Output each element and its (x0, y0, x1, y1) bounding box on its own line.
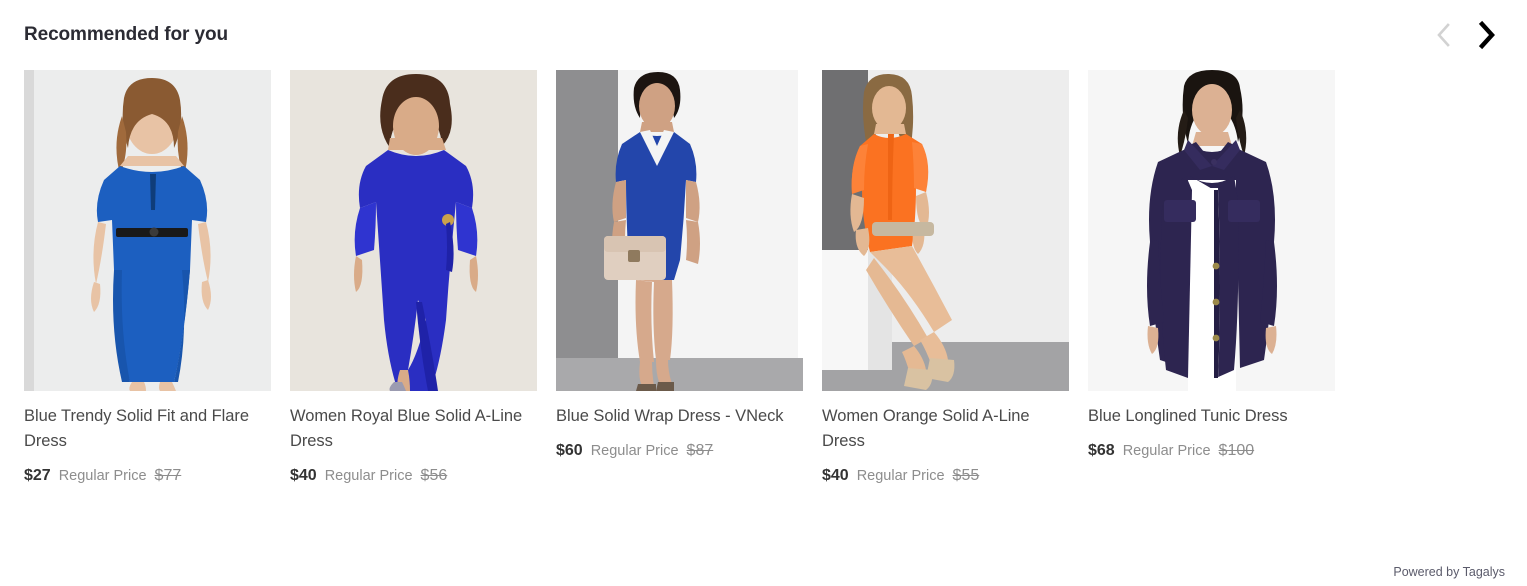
product-card[interactable]: Blue Longlined Tunic Dress $68 Regular P… (1088, 70, 1335, 460)
product-card[interactable]: Women Orange Solid A-Line Dress $40 Regu… (822, 70, 1069, 485)
price-row: $40 Regular Price $56 (290, 467, 537, 485)
product-carousel[interactable]: Blue Trendy Solid Fit and Flare Dress $2… (0, 70, 1527, 485)
special-price: $40 (290, 467, 317, 484)
regular-price-value: $56 (420, 467, 448, 484)
special-price: $40 (822, 467, 849, 484)
page-title: Recommended for you (24, 24, 228, 45)
regular-price-value: $100 (1218, 442, 1255, 459)
regular-price-value: $77 (154, 467, 182, 484)
recommendation-widget: Recommended for you Blue Trendy Solid Fi… (0, 0, 1527, 586)
product-card[interactable]: Women Royal Blue Solid A-Line Dress $40 … (290, 70, 537, 485)
regular-price-label: Regular Price (324, 468, 413, 484)
product-image[interactable] (556, 70, 803, 391)
product-image[interactable] (24, 70, 271, 391)
price-row: $68 Regular Price $100 (1088, 442, 1335, 460)
regular-price-label: Regular Price (856, 468, 945, 484)
special-price: $68 (1088, 442, 1115, 459)
product-title[interactable]: Blue Longlined Tunic Dress (1088, 404, 1335, 429)
product-image[interactable] (1088, 70, 1335, 391)
powered-by-label: Powered by Tagalys (1393, 565, 1505, 579)
chevron-left-icon[interactable] (1431, 18, 1457, 52)
special-price: $60 (556, 442, 583, 459)
regular-price-label: Regular Price (590, 443, 679, 459)
regular-price-label: Regular Price (58, 468, 147, 484)
product-title[interactable]: Women Orange Solid A-Line Dress (822, 404, 1069, 454)
chevron-right-icon[interactable] (1473, 18, 1499, 52)
product-card[interactable]: Blue Trendy Solid Fit and Flare Dress $2… (24, 70, 271, 485)
product-title[interactable]: Blue Solid Wrap Dress - VNeck (556, 404, 803, 429)
price-row: $40 Regular Price $55 (822, 467, 1069, 485)
product-card[interactable]: Blue Solid Wrap Dress - VNeck $60 Regula… (556, 70, 803, 460)
regular-price-label: Regular Price (1122, 443, 1211, 459)
widget-header: Recommended for you (0, 0, 1527, 70)
special-price: $27 (24, 467, 51, 484)
product-image[interactable] (290, 70, 537, 391)
carousel-navigation (1431, 18, 1503, 52)
regular-price-value: $55 (952, 467, 980, 484)
price-row: $60 Regular Price $87 (556, 442, 803, 460)
product-image[interactable] (822, 70, 1069, 391)
product-title[interactable]: Women Royal Blue Solid A-Line Dress (290, 404, 537, 454)
regular-price-value: $87 (686, 442, 714, 459)
product-title[interactable]: Blue Trendy Solid Fit and Flare Dress (24, 404, 271, 454)
price-row: $27 Regular Price $77 (24, 467, 271, 485)
